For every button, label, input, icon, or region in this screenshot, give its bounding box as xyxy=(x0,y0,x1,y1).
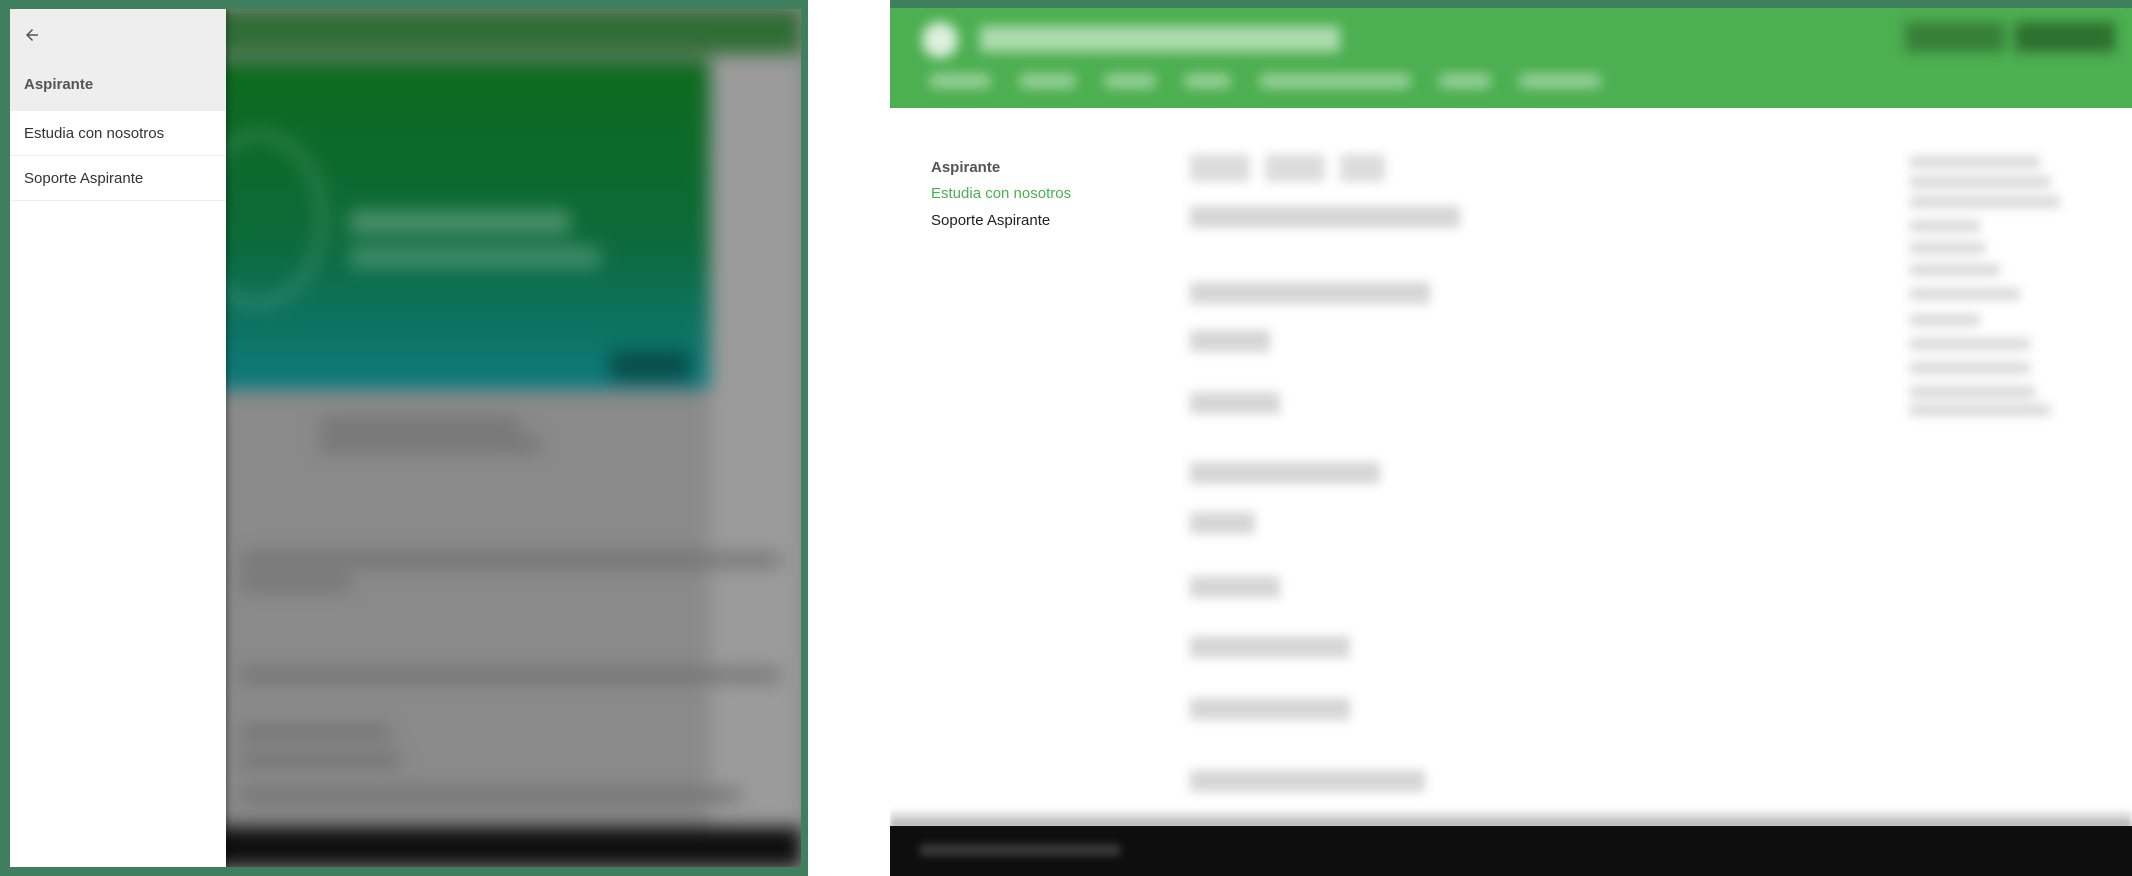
blurred-heading xyxy=(1190,206,1460,228)
blurred-text xyxy=(1190,282,1430,304)
blurred-nav-item xyxy=(930,74,990,88)
blurred-text xyxy=(1190,770,1425,792)
blurred-text xyxy=(320,439,540,451)
blurred-nav-item xyxy=(1185,74,1230,88)
blurred-text xyxy=(350,211,570,233)
blurred-text xyxy=(1190,698,1350,720)
drawer-item-estudia-con-nosotros[interactable]: Estudia con nosotros xyxy=(10,111,226,156)
blurred-text xyxy=(1190,636,1350,658)
desktop-screenshot: Aspirante Estudia con nosotros Soporte A… xyxy=(890,0,2132,876)
drawer-header: Aspirante xyxy=(10,9,226,111)
blurred-text xyxy=(1190,392,1280,414)
blurred-text xyxy=(1190,576,1280,598)
blurred-button xyxy=(610,351,690,381)
blurred-text xyxy=(240,754,400,766)
drawer-item-soporte-aspirante[interactable]: Soporte Aspirante xyxy=(10,156,226,201)
blurred-text xyxy=(1190,512,1255,534)
site-footer xyxy=(890,826,2132,876)
mobile-screen: Aspirante Estudia con nosotros Soporte A… xyxy=(10,9,801,867)
drawer-item-label: Soporte Aspirante xyxy=(24,169,144,187)
blurred-brand-name xyxy=(980,26,1340,52)
navigation-drawer: Aspirante Estudia con nosotros Soporte A… xyxy=(10,9,226,867)
blurred-toc-item xyxy=(1910,338,2030,350)
blurred-toc-item xyxy=(1910,314,1980,326)
blurred-main-content xyxy=(1170,140,2130,820)
blurred-chip xyxy=(1340,154,1385,182)
blurred-toc-item xyxy=(1910,288,2020,300)
footer-shadow xyxy=(890,808,2132,828)
blurred-nav-item xyxy=(1105,74,1155,88)
blurred-toc-item xyxy=(1910,196,2060,208)
blurred-nav-item xyxy=(1440,74,1490,88)
blurred-chip xyxy=(1265,154,1325,182)
back-button[interactable] xyxy=(18,21,46,49)
blurred-text xyxy=(320,419,520,431)
mobile-screenshot-frame: Aspirante Estudia con nosotros Soporte A… xyxy=(0,0,808,876)
blurred-nav-item xyxy=(1520,74,1600,88)
blurred-toc-item xyxy=(1910,362,2030,374)
site-header xyxy=(890,8,2132,108)
blurred-toc-item xyxy=(1910,264,2000,276)
blurred-header-content xyxy=(890,8,2132,108)
blurred-chip xyxy=(1190,154,1250,182)
blurred-text xyxy=(1190,330,1270,352)
blurred-footer-text xyxy=(920,844,1120,856)
section-menu-item-estudia-con-nosotros[interactable]: Estudia con nosotros xyxy=(931,183,1071,210)
blurred-toc-item xyxy=(1910,386,2035,398)
blurred-header-button xyxy=(1905,22,2005,52)
blurred-toc-item xyxy=(1910,220,1980,232)
blurred-text xyxy=(350,246,600,268)
blurred-hero-banner xyxy=(150,61,710,389)
blurred-text xyxy=(240,669,780,681)
blurred-toc-item xyxy=(1910,176,2050,188)
blurred-text xyxy=(1190,462,1380,484)
blurred-nav-item xyxy=(1260,74,1410,88)
drawer-item-label: Estudia con nosotros xyxy=(24,124,165,142)
blurred-toc-item xyxy=(1910,156,2040,168)
section-menu-item-soporte-aspirante[interactable]: Soporte Aspirante xyxy=(931,210,1071,237)
blurred-side-panel xyxy=(710,54,800,834)
section-menu: Aspirante Estudia con nosotros Soporte A… xyxy=(931,157,1071,237)
arrow-left-icon xyxy=(26,29,38,41)
blurred-text xyxy=(240,554,780,566)
section-menu-title: Aspirante xyxy=(931,159,1001,176)
blurred-text xyxy=(240,727,390,739)
blurred-toc-item xyxy=(1910,404,2050,416)
blurred-toc-item xyxy=(1910,242,1985,254)
blurred-nav-item xyxy=(1020,74,1075,88)
blurred-header-button xyxy=(2015,22,2115,52)
drawer-title: Aspirante xyxy=(24,76,94,93)
site-logo xyxy=(922,22,958,58)
blurred-text xyxy=(240,789,740,801)
blurred-text xyxy=(240,577,350,589)
top-strip xyxy=(890,0,2132,8)
